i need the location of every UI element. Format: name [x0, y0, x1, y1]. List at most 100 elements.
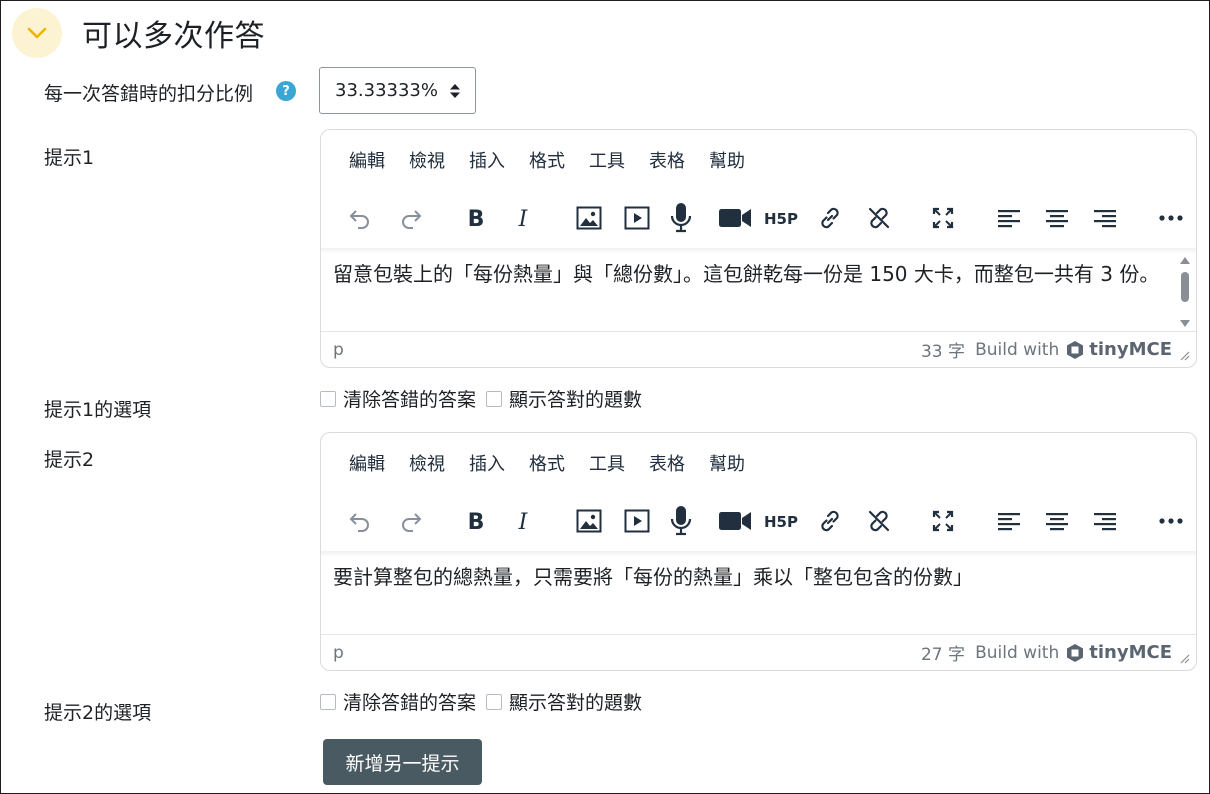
link-button[interactable]	[812, 499, 848, 543]
svg-text:I: I	[518, 207, 529, 229]
hint1-show-checkbox[interactable]	[486, 390, 503, 407]
link-icon	[821, 510, 839, 532]
fullscreen-button[interactable]	[925, 196, 961, 240]
menu-edit[interactable]: 編輯	[349, 148, 385, 176]
video-play-icon	[624, 509, 650, 533]
svg-text:B: B	[468, 510, 485, 532]
redo-button[interactable]	[393, 499, 429, 543]
editor-menubar: 編輯 檢視 插入 格式 工具 表格 幫助	[321, 451, 769, 479]
build-with-text: Build with	[975, 642, 1060, 663]
align-center-button[interactable]	[1039, 196, 1075, 240]
image-button[interactable]	[571, 499, 607, 543]
word-count[interactable]: 33 字	[921, 337, 965, 362]
unlink-icon	[868, 510, 890, 532]
record-video-button[interactable]	[715, 196, 755, 240]
hint2-show-label[interactable]: 顯示答對的題數	[509, 688, 642, 715]
h5p-button[interactable]: H5P	[761, 499, 801, 543]
menu-view[interactable]: 檢視	[409, 148, 445, 176]
tinymce-name: tinyMCE	[1089, 642, 1172, 663]
unlink-button[interactable]	[861, 499, 897, 543]
italic-icon: I	[518, 207, 529, 229]
hint2-show-checkbox[interactable]	[486, 693, 503, 710]
hint1-content[interactable]: 留意包裝上的「每份熱量」與「總份數」。這包餅乾每一份是 150 大卡，而整包一共…	[333, 258, 1173, 291]
h5p-icon: H5P	[764, 513, 798, 531]
bold-button[interactable]: B	[458, 196, 494, 240]
align-right-button[interactable]	[1087, 196, 1123, 240]
resize-handle-icon[interactable]	[1180, 654, 1190, 664]
menu-table[interactable]: 表格	[649, 451, 685, 479]
redo-icon	[402, 513, 422, 532]
menu-help[interactable]: 幫助	[709, 451, 745, 479]
link-button[interactable]	[812, 196, 848, 240]
bold-icon: B	[468, 207, 485, 229]
italic-button[interactable]: I	[505, 196, 541, 240]
align-right-icon	[1094, 513, 1116, 531]
align-center-button[interactable]	[1039, 499, 1075, 543]
tinymce-branding[interactable]: Build with tinyMCE	[975, 642, 1172, 663]
unlink-button[interactable]	[861, 196, 897, 240]
record-video-button[interactable]	[715, 499, 755, 543]
link-icon	[821, 207, 839, 229]
media-button[interactable]	[619, 499, 655, 543]
record-audio-button[interactable]	[663, 196, 699, 240]
select-arrows-icon	[450, 84, 460, 98]
record-audio-button[interactable]	[663, 499, 699, 543]
menu-tools[interactable]: 工具	[589, 451, 625, 479]
add-hint-button[interactable]: 新增另一提示	[323, 739, 482, 785]
redo-button[interactable]	[393, 196, 429, 240]
help-icon[interactable]: ?	[276, 81, 296, 101]
more-icon	[1159, 215, 1183, 221]
menu-insert[interactable]: 插入	[469, 451, 505, 479]
fullscreen-icon	[932, 207, 954, 229]
bold-button[interactable]: B	[458, 499, 494, 543]
word-count[interactable]: 27 字	[921, 640, 965, 665]
element-path[interactable]: p	[333, 340, 344, 360]
hint1-clear-checkbox[interactable]	[320, 390, 336, 407]
svg-text:H5P: H5P	[764, 210, 798, 228]
menu-view[interactable]: 檢視	[409, 451, 445, 479]
editor-menubar: 編輯 檢視 插入 格式 工具 表格 幫助	[321, 148, 769, 176]
undo-button[interactable]	[342, 196, 378, 240]
more-button[interactable]	[1153, 499, 1189, 543]
align-right-button[interactable]	[1087, 499, 1123, 543]
section-header: 可以多次作答	[12, 8, 265, 58]
resize-handle-icon[interactable]	[1180, 351, 1190, 361]
menu-format[interactable]: 格式	[529, 148, 565, 176]
menu-format[interactable]: 格式	[529, 451, 565, 479]
penalty-select[interactable]: 33.33333%	[319, 67, 476, 114]
h5p-button[interactable]: H5P	[761, 196, 801, 240]
tinymce-branding[interactable]: Build with tinyMCE	[975, 339, 1172, 360]
media-button[interactable]	[619, 196, 655, 240]
collapse-button[interactable]	[12, 8, 62, 58]
fullscreen-button[interactable]	[925, 499, 961, 543]
hint1-scrollbar[interactable]	[1178, 254, 1192, 330]
undo-icon	[349, 210, 369, 229]
italic-button[interactable]: I	[505, 499, 541, 543]
hint1-clear-label[interactable]: 清除答錯的答案	[343, 385, 476, 412]
menu-insert[interactable]: 插入	[469, 148, 505, 176]
menu-tools[interactable]: 工具	[589, 148, 625, 176]
hint2-clear-label[interactable]: 清除答錯的答案	[343, 688, 476, 715]
menu-table[interactable]: 表格	[649, 148, 685, 176]
hint1-label: 提示1	[44, 147, 95, 169]
undo-button[interactable]	[342, 499, 378, 543]
more-icon	[1159, 518, 1183, 524]
menu-edit[interactable]: 編輯	[349, 451, 385, 479]
more-button[interactable]	[1153, 196, 1189, 240]
menu-help[interactable]: 幫助	[709, 148, 745, 176]
align-left-button[interactable]	[991, 499, 1027, 543]
fullscreen-icon	[932, 510, 954, 532]
hint2-content[interactable]: 要計算整包的總熱量，只需要將「每份的熱量」乘以「整包包含的份數」	[333, 561, 1173, 594]
svg-text:B: B	[468, 207, 485, 229]
align-left-button[interactable]	[991, 196, 1027, 240]
editor-toolbar: B I H5P	[321, 499, 1196, 543]
hint1-show-label[interactable]: 顯示答對的題數	[509, 385, 642, 412]
italic-icon: I	[518, 510, 529, 532]
hint2-editor: 編輯 檢視 插入 格式 工具 表格 幫助 B I H5P 要計算整包的總熱量，只…	[320, 432, 1197, 671]
hint1-options: 清除答錯的答案 顯示答對的題數	[320, 385, 652, 412]
tinymce-logo-icon	[1067, 340, 1084, 359]
element-path[interactable]: p	[333, 643, 344, 663]
align-center-icon	[1046, 513, 1068, 531]
image-button[interactable]	[571, 196, 607, 240]
hint2-clear-checkbox[interactable]	[320, 693, 336, 710]
